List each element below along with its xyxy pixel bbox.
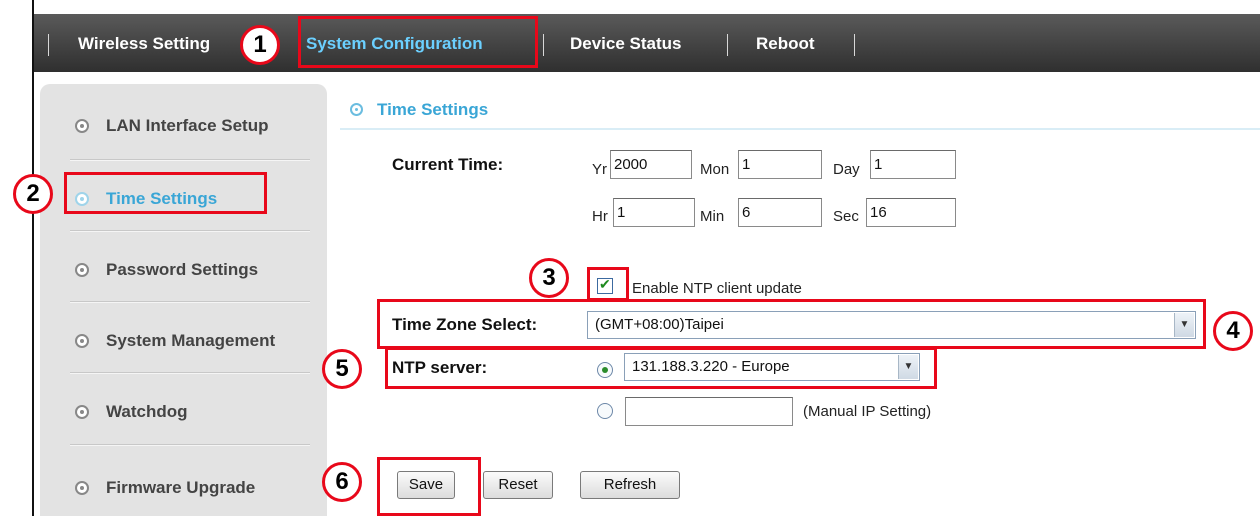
sidebar-divider — [70, 372, 310, 373]
sidebar-item-label: System Management — [106, 331, 276, 350]
sidebar-divider — [70, 301, 310, 302]
sidebar-item-system-management[interactable]: System Management — [40, 306, 327, 376]
sidebar-divider — [70, 159, 310, 160]
section-title-text: Time Settings — [377, 100, 489, 119]
callout-6: 6 — [322, 462, 362, 502]
sidebar-item-password-settings[interactable]: Password Settings — [40, 235, 327, 305]
highlight-save — [377, 457, 481, 516]
callout-3: 3 — [529, 258, 569, 298]
sidebar-item-firmware-upgrade[interactable]: Firmware Upgrade — [40, 453, 327, 523]
bullet-icon — [75, 263, 89, 277]
year-input[interactable]: 2000 — [610, 150, 692, 179]
nav-device-status[interactable]: Device Status — [570, 14, 682, 72]
sidebar-item-watchdog[interactable]: Watchdog — [40, 377, 327, 447]
hour-input[interactable]: 1 — [613, 198, 695, 227]
manual-ip-input[interactable] — [625, 397, 793, 426]
sidebar-item-label: Firmware Upgrade — [106, 478, 256, 497]
sidebar: LAN Interface Setup Time Settings Passwo… — [40, 84, 327, 516]
highlight-system-configuration — [298, 16, 538, 68]
highlight-time-settings — [64, 172, 267, 214]
minute-label: Min — [700, 208, 725, 225]
month-input[interactable]: 1 — [738, 150, 822, 179]
sidebar-item-label: Password Settings — [106, 260, 259, 279]
sidebar-item-lan-interface-setup[interactable]: LAN Interface Setup — [40, 91, 327, 161]
top-nav: Wireless Setting System Configuration De… — [34, 14, 1260, 72]
highlight-ntp-server — [385, 347, 937, 389]
nav-separator — [48, 34, 49, 56]
section-divider — [340, 128, 1260, 130]
highlight-timezone — [377, 299, 1206, 349]
highlight-ntp-checkbox — [587, 267, 629, 301]
current-time-label: Current Time: — [392, 155, 504, 174]
year-label: Yr — [592, 161, 607, 178]
reset-button[interactable]: Reset — [483, 471, 553, 499]
sidebar-divider — [70, 230, 310, 231]
ntp-enable-label: Enable NTP client update — [632, 280, 802, 297]
callout-2: 2 — [13, 174, 53, 214]
nav-separator — [854, 34, 855, 56]
bullet-icon — [75, 481, 89, 495]
ntp-server-manual-radio[interactable] — [597, 403, 613, 419]
second-label: Sec — [833, 208, 859, 225]
day-label: Day — [833, 161, 860, 178]
sidebar-divider — [70, 444, 310, 445]
bullet-icon — [75, 119, 89, 133]
callout-4: 4 — [1213, 311, 1253, 351]
minute-input[interactable]: 6 — [738, 198, 822, 227]
bullet-icon — [350, 103, 363, 116]
section-title: Time Settings — [350, 100, 488, 120]
second-input[interactable]: 16 — [866, 198, 956, 227]
refresh-button[interactable]: Refresh — [580, 471, 680, 499]
manual-ip-label: (Manual IP Setting) — [803, 403, 932, 420]
day-input[interactable]: 1 — [870, 150, 956, 179]
nav-reboot[interactable]: Reboot — [756, 14, 815, 72]
bullet-icon — [75, 334, 89, 348]
sidebar-item-label: LAN Interface Setup — [106, 116, 269, 135]
sidebar-item-label: Watchdog — [106, 402, 188, 421]
hour-label: Hr — [592, 208, 608, 225]
nav-wireless-setting[interactable]: Wireless Setting — [78, 14, 210, 72]
nav-separator — [727, 34, 728, 56]
month-label: Mon — [700, 161, 730, 178]
bullet-icon — [75, 405, 89, 419]
callout-5: 5 — [322, 349, 362, 389]
nav-separator — [543, 34, 544, 56]
callout-1: 1 — [240, 25, 280, 65]
